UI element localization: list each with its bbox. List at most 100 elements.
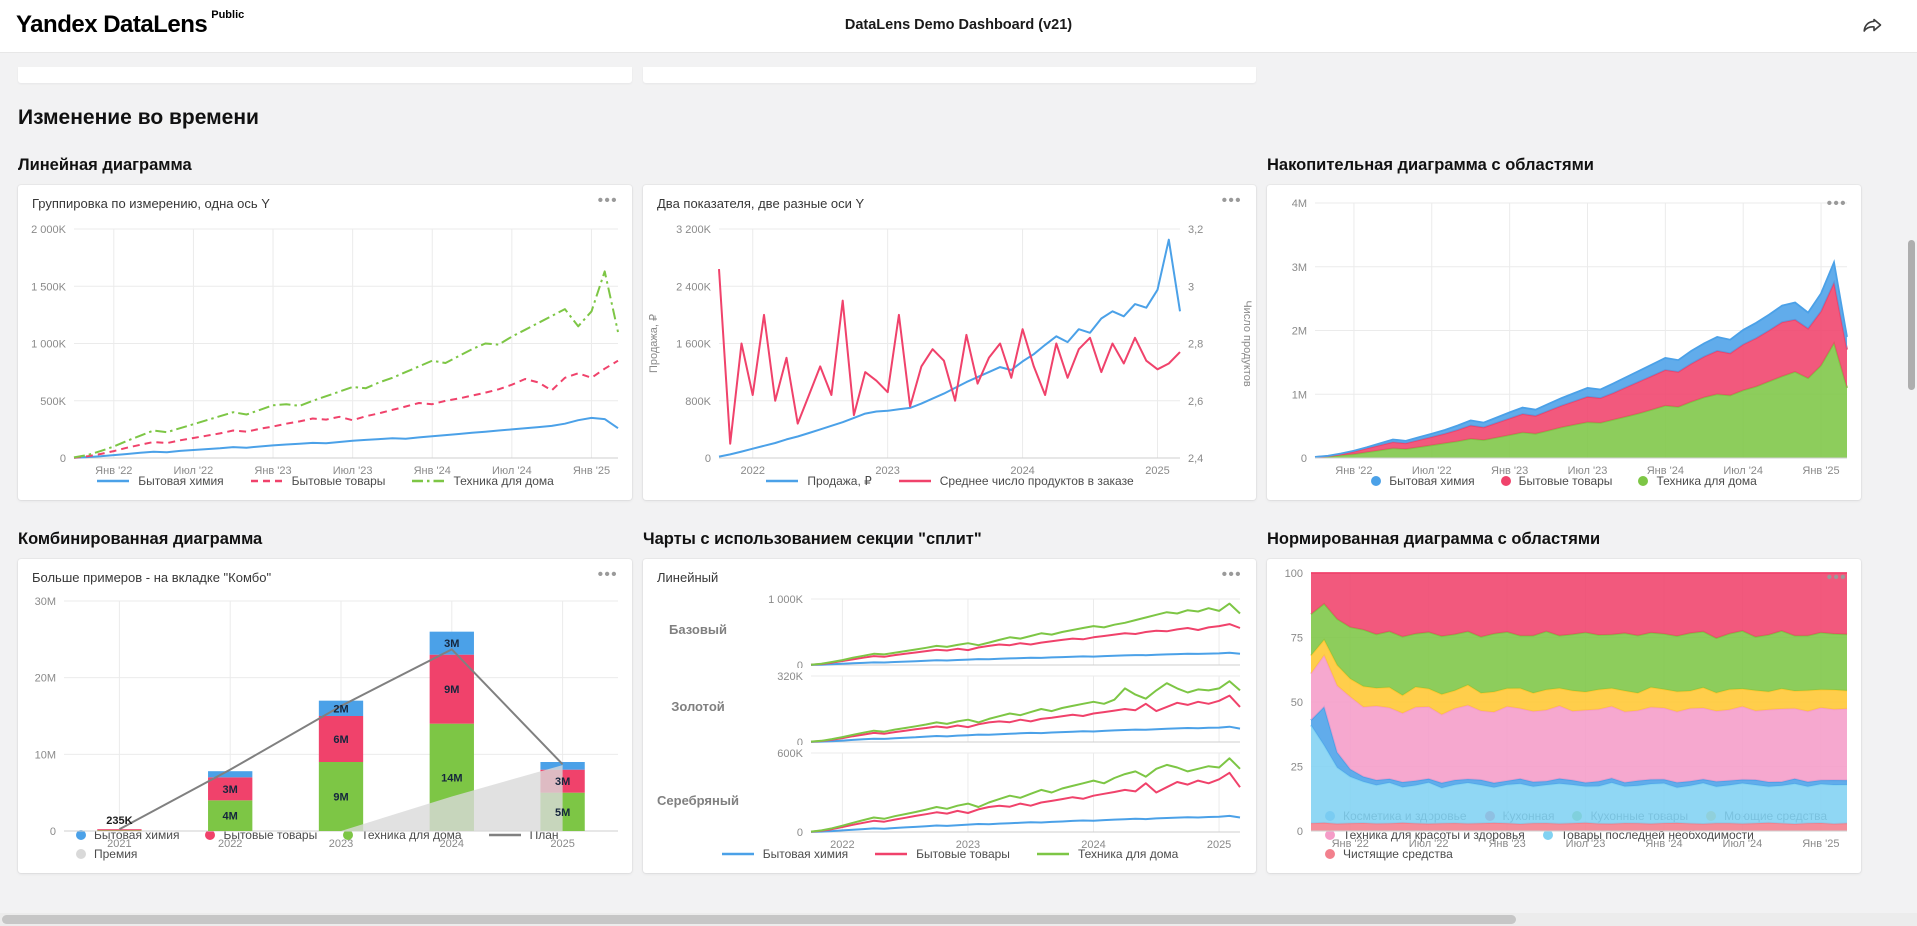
svg-text:2023: 2023 bbox=[329, 838, 353, 850]
svg-text:0: 0 bbox=[797, 660, 803, 668]
split-panel-Базовый: Базовый 0 1 000K bbox=[643, 591, 1256, 668]
chart-title: Группировка по измерению, одна ось Y bbox=[32, 196, 270, 211]
more-menu-icon[interactable]: ••• bbox=[598, 570, 618, 580]
svg-text:1M: 1M bbox=[1292, 389, 1307, 401]
svg-text:2024: 2024 bbox=[1081, 839, 1105, 851]
card-dual-axis: Два показателя, две разные оси Y ••• 202… bbox=[643, 185, 1256, 500]
svg-text:2025: 2025 bbox=[550, 838, 574, 850]
series-Среднее число продуктов в заказе bbox=[719, 269, 1180, 444]
svg-text:2025: 2025 bbox=[1207, 839, 1231, 851]
svg-text:4M: 4M bbox=[223, 811, 238, 823]
split-panel-chart: 0 1 000K bbox=[753, 591, 1256, 668]
svg-text:600K: 600K bbox=[777, 748, 803, 760]
svg-text:Янв '25: Янв '25 bbox=[573, 465, 610, 477]
svg-text:Янв '24: Янв '24 bbox=[1645, 838, 1682, 850]
svg-text:Янв '25: Янв '25 bbox=[1802, 465, 1839, 477]
horizontal-scrollbar-track[interactable] bbox=[0, 913, 1917, 926]
more-menu-icon[interactable]: ••• bbox=[1827, 573, 1847, 583]
svg-text:Июл '22: Июл '22 bbox=[1409, 838, 1449, 850]
chart-canvas-dual_axis: 20222023202420250800K1 600K2 400K3 200K2… bbox=[643, 217, 1256, 484]
svg-text:50: 50 bbox=[1291, 697, 1303, 709]
card-split: Линейный ••• Базовый01 000KЗолотой0320KС… bbox=[643, 559, 1256, 873]
svg-text:235K: 235K bbox=[106, 815, 132, 827]
svg-text:Янв '23: Янв '23 bbox=[1488, 838, 1525, 850]
chart-title: Больше примеров - на вкладке "Комбо" bbox=[32, 570, 271, 585]
svg-text:320K: 320K bbox=[777, 671, 803, 683]
svg-text:3M: 3M bbox=[444, 638, 459, 650]
more-menu-icon[interactable]: ••• bbox=[1222, 570, 1242, 580]
group-heading-normalized: Нормированная диаграмма с областями bbox=[1267, 530, 1861, 549]
svg-text:9M: 9M bbox=[444, 684, 459, 696]
svg-text:Июл '24: Июл '24 bbox=[1723, 465, 1763, 477]
split-panel-Золотой: Золотой 0 320K bbox=[643, 668, 1256, 745]
card-header: Группировка по измерению, одна ось Y ••• bbox=[18, 185, 632, 217]
share-icon[interactable] bbox=[1861, 15, 1883, 37]
svg-text:2M: 2M bbox=[1292, 326, 1307, 338]
previous-section-card-bottoms bbox=[18, 67, 1917, 83]
svg-text:Янв '22: Янв '22 bbox=[1332, 838, 1369, 850]
section-title: Изменение во времени bbox=[18, 106, 1917, 130]
svg-text:1 600K: 1 600K bbox=[676, 339, 712, 351]
line-grouping-chart: Янв '22Июл '22Янв '23Июл '23Янв '24Июл '… bbox=[18, 217, 632, 470]
share-arrow-icon bbox=[1861, 15, 1883, 37]
split-row-label: Серебряный bbox=[643, 793, 753, 808]
svg-text:2025: 2025 bbox=[1145, 465, 1169, 477]
split-panel-chart: 20222023202420250600K bbox=[753, 745, 1256, 856]
svg-text:Янв '22: Янв '22 bbox=[95, 465, 132, 477]
more-menu-icon[interactable]: ••• bbox=[1827, 199, 1847, 209]
svg-text:2 400K: 2 400K bbox=[676, 281, 712, 293]
more-menu-icon[interactable]: ••• bbox=[598, 196, 618, 206]
horizontal-scrollbar-thumb[interactable] bbox=[2, 915, 1516, 924]
card-line-grouping: Группировка по измерению, одна ось Y •••… bbox=[18, 185, 632, 500]
card-header: Два показателя, две разные оси Y ••• bbox=[643, 185, 1256, 217]
svg-text:0: 0 bbox=[50, 826, 56, 838]
svg-text:Янв '23: Янв '23 bbox=[254, 465, 291, 477]
svg-text:2022: 2022 bbox=[740, 465, 764, 477]
svg-text:30M: 30M bbox=[35, 596, 56, 608]
svg-text:1 000K: 1 000K bbox=[768, 594, 804, 606]
svg-text:500K: 500K bbox=[40, 396, 66, 408]
card-combo: Больше примеров - на вкладке "Комбо" •••… bbox=[18, 559, 632, 873]
svg-text:2022: 2022 bbox=[218, 838, 242, 850]
datalens-dashboard-page: { "header": { "logo": "Yandex DataLens",… bbox=[0, 0, 1917, 926]
chart-canvas-normalized: Янв '22 Июл '22 Янв '23 Июл '23 Янв '24 Июл '… bbox=[1267, 563, 1861, 857]
more-menu-icon[interactable]: ••• bbox=[1222, 196, 1242, 206]
dashboard-title: DataLens Demo Dashboard (v21) bbox=[0, 17, 1917, 33]
series-Бытовая химия bbox=[811, 727, 1240, 742]
top-header: Yandex DataLensPublic DataLens Demo Dash… bbox=[0, 0, 1917, 53]
svg-text:3M: 3M bbox=[555, 776, 570, 788]
svg-text:2,8: 2,8 bbox=[1188, 339, 1203, 351]
svg-text:25: 25 bbox=[1291, 762, 1303, 774]
svg-text:Янв '22: Янв '22 bbox=[1335, 465, 1372, 477]
group-heading-combo: Комбинированная диаграмма bbox=[18, 530, 632, 549]
chart-canvas-split-2: 20222023202420250600K bbox=[753, 745, 1256, 856]
svg-text:Янв '23: Янв '23 bbox=[1491, 465, 1528, 477]
charts-row-1: Группировка по измерению, одна ось Y •••… bbox=[18, 185, 1917, 500]
svg-text:2,4: 2,4 bbox=[1188, 453, 1203, 465]
normalized-area-chart: Янв '22Июл '22Янв '23Июл '23Янв '24Июл '… bbox=[1267, 563, 1861, 805]
svg-text:800K: 800K bbox=[685, 396, 711, 408]
vertical-scrollbar-thumb[interactable] bbox=[1908, 240, 1915, 390]
svg-text:0: 0 bbox=[797, 737, 803, 745]
svg-text:3 200K: 3 200K bbox=[676, 224, 712, 236]
svg-text:0: 0 bbox=[797, 827, 803, 839]
split-row-label: Базовый bbox=[643, 622, 753, 637]
svg-text:10M: 10M bbox=[35, 749, 56, 761]
svg-text:4M: 4M bbox=[1292, 198, 1307, 210]
charts-row-2: Больше примеров - на вкладке "Комбо" •••… bbox=[18, 559, 1917, 873]
split-chart: Базовый01 000KЗолотой0320KСеребряный2022… bbox=[643, 591, 1256, 843]
chart-canvas-split-0: 0 1 000K bbox=[753, 591, 1256, 668]
svg-text:2024: 2024 bbox=[440, 838, 464, 850]
svg-text:Июл '24: Июл '24 bbox=[1723, 838, 1763, 850]
split-panel-Серебряный: Серебряный20222023202420250600K bbox=[643, 745, 1256, 856]
bar-segment-Бытовая химия bbox=[208, 771, 252, 777]
svg-text:1 500K: 1 500K bbox=[31, 281, 67, 293]
partial-card bbox=[643, 67, 1256, 83]
series-Техника для дома bbox=[74, 271, 618, 457]
split-row-label: Золотой bbox=[643, 699, 753, 714]
combo-chart: 20212022202320242025010M20M30M4M3M9M6M2M… bbox=[18, 591, 632, 824]
spacer bbox=[643, 156, 1256, 175]
svg-text:Июл '23: Июл '23 bbox=[1566, 838, 1606, 850]
stacked-area-chart: Янв '22Июл '22Янв '23Июл '23Янв '24Июл '… bbox=[1267, 189, 1861, 470]
group-heading-split: Чарты с использованием секции "сплит" bbox=[643, 530, 1256, 549]
